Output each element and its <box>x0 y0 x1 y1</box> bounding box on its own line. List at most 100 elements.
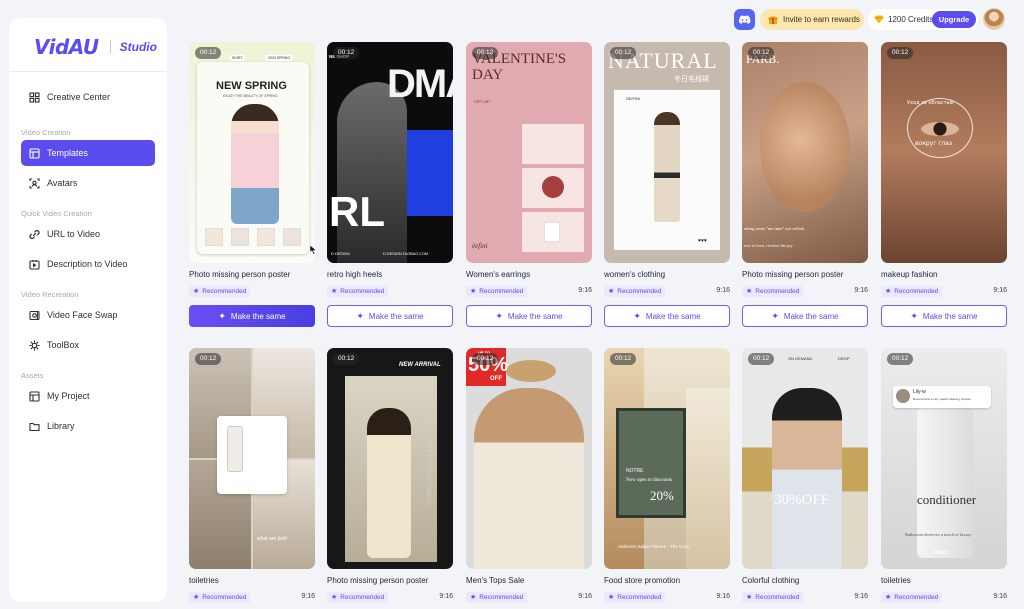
recommended-label: Recommended <box>202 594 247 601</box>
sidebar-item-toolbox[interactable]: ToolBox <box>21 332 155 358</box>
user-avatar[interactable] <box>983 8 1005 30</box>
make-the-same-button[interactable]: ✦ Make the same <box>189 305 315 327</box>
star-icon: ★ <box>608 288 615 295</box>
duration-badge: 00:12 <box>887 47 914 59</box>
aspect-ratio: 9:16 <box>716 593 730 600</box>
aspect-ratio: 9:16 <box>439 593 453 600</box>
button-label: Make the same <box>645 311 701 321</box>
sparkle-icon: ✦ <box>771 310 779 321</box>
section-video-creation: Video Creation <box>21 128 71 137</box>
aspect-ratio: 9:16 <box>578 287 592 294</box>
credits-label: 1200 Credits <box>888 15 934 24</box>
recommended-badge: ★ Recommended <box>189 286 251 297</box>
duration-badge: 00:12 <box>748 353 775 365</box>
aspect-ratio: 9:16 <box>854 593 868 600</box>
make-the-same-button[interactable]: ✦ Make the same <box>466 305 592 327</box>
aspect-ratio: 9:16 <box>993 593 1007 600</box>
template-title: Photo missing person poster <box>327 576 429 585</box>
thumbnail-text: etting some "me time" not selfish <box>744 226 805 231</box>
thumbnail-text: Recommend a very useful cleaning product <box>913 397 971 401</box>
thumbnail-text: ENJOY THE BEAUTY OF SPRING <box>223 94 278 98</box>
recommended-badge: ★ Recommended <box>327 286 389 297</box>
recommended-label: Recommended <box>479 594 524 601</box>
thumbnail-text: THE ESSENTIAL LOOK FOR DAILY WEAR <box>425 388 431 506</box>
template-title: retro high heels <box>327 270 383 279</box>
invite-rewards-button[interactable]: Invite to earn rewards <box>760 9 864 30</box>
invite-label: Invite to earn rewards <box>783 15 860 24</box>
thumbnail-text: èefini <box>472 242 488 250</box>
template-thumbnail[interactable]: NOTRE Now open to discounts 20% Authenti… <box>604 348 730 569</box>
sidebar-item-video-face-swap[interactable]: Video Face Swap <box>21 302 155 328</box>
sparkle-icon: ✦ <box>495 310 503 321</box>
template-thumbnail[interactable]: SHIRT 2023 SPRING NEW SPRING ENJOY THE B… <box>189 42 315 263</box>
sidebar-item-my-project[interactable]: My Project <box>21 383 155 409</box>
thumbnail-text: Уход за областью <box>907 100 954 106</box>
sidebar-item-templates[interactable]: Templates <box>21 140 155 166</box>
section-quick-video-creation: Quick Video Creation <box>21 209 92 218</box>
make-the-same-button[interactable]: ✦ Make the same <box>327 305 453 327</box>
sidebar-item-label: ToolBox <box>47 340 80 350</box>
sparkle-icon: ✦ <box>910 310 918 321</box>
duration-badge: 00:12 <box>610 353 637 365</box>
thumbnail-text: what are both <box>257 536 288 542</box>
recommended-badge: ★ Recommended <box>466 286 528 297</box>
sidebar-item-avatars[interactable]: Avatars <box>21 170 155 196</box>
star-icon: ★ <box>193 288 200 295</box>
logo[interactable]: VidAU Studio <box>34 35 157 59</box>
description-icon <box>29 259 40 270</box>
toolbox-icon <box>29 339 40 351</box>
folder-icon <box>29 421 40 432</box>
recommended-badge: ★ Recommended <box>189 592 251 603</box>
template-thumbnail[interactable]: VALENTINE'S DAY GIFT LIST èefini <box>466 42 592 263</box>
duration-badge: 00:12 <box>472 47 499 59</box>
duration-badge: 00:12 <box>333 47 360 59</box>
sidebar-item-description-to-video[interactable]: Description to Video <box>21 251 155 277</box>
thumbnail-headline: NEW SPRING <box>216 80 287 92</box>
recommended-badge: ★ Recommended <box>742 286 804 297</box>
template-thumbnail[interactable]: ON DEMAND DROP 30%OFF <box>742 348 868 569</box>
link-icon <box>29 229 40 240</box>
template-thumbnail[interactable]: UP TO 50% OFF <box>466 348 592 569</box>
discord-button[interactable] <box>734 9 755 30</box>
template-thumbnail[interactable]: Уход за областью вокруг глаз <box>881 42 1007 263</box>
sidebar-item-creative-center[interactable]: Creative Center <box>21 84 155 110</box>
recommended-label: Recommended <box>894 594 939 601</box>
make-the-same-button[interactable]: ✦ Make the same <box>881 305 1007 327</box>
thumbnail-text: ove to love, receive the joy <box>744 243 793 248</box>
template-thumbnail[interactable]: what are both <box>189 348 315 569</box>
star-icon: ★ <box>885 288 892 295</box>
sidebar-item-library[interactable]: Library <box>21 413 155 439</box>
sidebar-item-url-to-video[interactable]: URL to Video <box>21 221 155 247</box>
template-thumbnail[interactable]: DMA NE SHOP RL D·DESIGN D·DESIGN.TAOBAO.… <box>327 42 453 263</box>
template-thumbnail[interactable]: NATURAL 冬日毛线裙 SEIFINI ♥♥♥ <box>604 42 730 263</box>
duration-badge: 00:12 <box>195 47 222 59</box>
sidebar-item-label: My Project <box>47 391 90 401</box>
thumbnail-text: D·DESIGN.TAOBAO.COM <box>383 252 429 256</box>
recommended-badge: ★ Recommended <box>881 592 943 603</box>
recommended-label: Recommended <box>617 288 662 295</box>
sidebar-item-label: Templates <box>47 148 89 158</box>
template-thumbnail[interactable]: Lily-w Recommend a very useful cleaning … <box>881 348 1007 569</box>
thumbnail-text: OFF <box>490 376 502 382</box>
thumbnail-text: NEW ARRIVAL <box>399 362 441 368</box>
recommended-badge: ★ Recommended <box>327 592 389 603</box>
template-title: toiletries <box>881 576 911 585</box>
face-swap-icon <box>29 310 40 321</box>
sidebar: VidAU Studio Creative Center Video Creat… <box>9 18 167 602</box>
star-icon: ★ <box>608 594 615 601</box>
template-thumbnail[interactable]: NEW ARRIVAL THE ESSENTIAL LOOK FOR DAILY… <box>327 348 453 569</box>
template-thumbnail[interactable]: PARB. etting some "me time" not selfish … <box>742 42 868 263</box>
star-icon: ★ <box>331 288 338 295</box>
make-the-same-button[interactable]: ✦ Make the same <box>742 305 868 327</box>
duration-badge: 00:12 <box>472 353 499 365</box>
star-icon: ★ <box>885 594 892 601</box>
upgrade-button[interactable]: Upgrade <box>932 11 976 28</box>
template-title: Photo missing person poster <box>742 270 844 279</box>
thumbnail-headline: 30%OFF <box>774 492 830 508</box>
thumbnail-text: SEIFINI <box>626 96 641 101</box>
gift-icon <box>768 15 778 25</box>
sparkle-icon: ✦ <box>633 310 641 321</box>
template-icon <box>29 147 40 159</box>
thumbnail-text: Authentic Italian Flavors - The Cozy <box>618 544 690 549</box>
make-the-same-button[interactable]: ✦ Make the same <box>604 305 730 327</box>
